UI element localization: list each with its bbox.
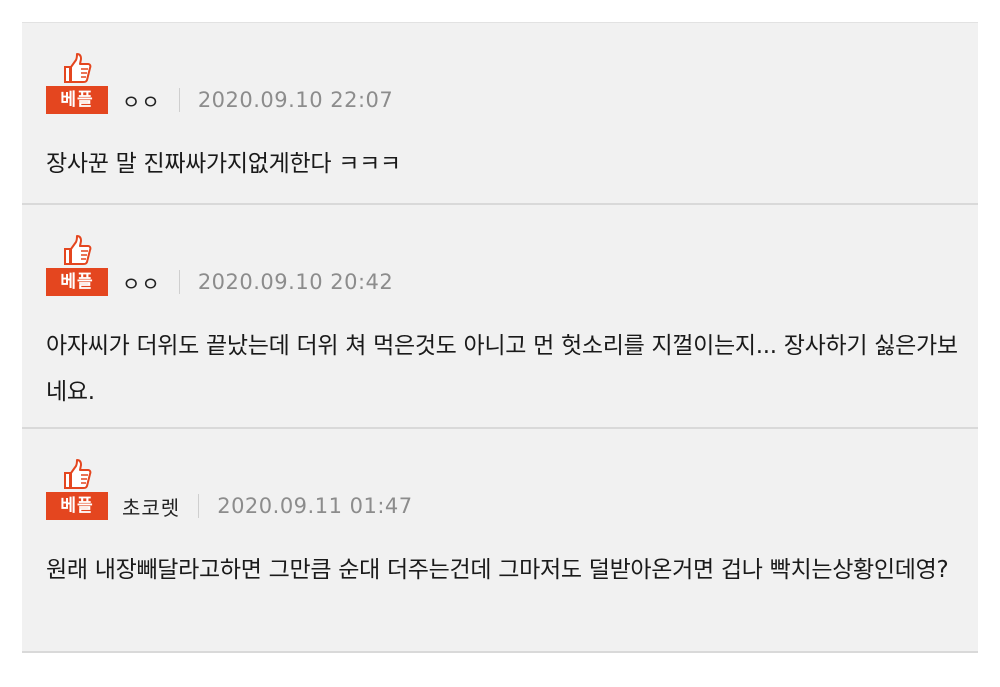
thumbs-up-icon (64, 459, 92, 489)
meta-divider (198, 494, 200, 518)
best-label: 베플 (46, 86, 108, 114)
best-badge: 베플 (46, 52, 108, 114)
comment-item: 베플 ㅇㅇ 2020.09.10 20:42 아자씨가 더위도 끝났는데 더위 … (22, 205, 978, 429)
thumbs-up-icon (64, 235, 92, 265)
comment-date: 2020.09.10 20:42 (197, 270, 394, 294)
comment-date: 2020.09.11 01:47 (217, 494, 413, 518)
comment-meta: ㅇㅇ 2020.09.10 20:42 (122, 267, 393, 297)
author-name[interactable]: 초코렛 (122, 492, 180, 521)
author-name[interactable]: ㅇㅇ (122, 86, 161, 115)
comment-meta: ㅇㅇ 2020.09.10 22:07 (122, 85, 393, 115)
comment-item: 베플 ㅇㅇ 2020.09.10 22:07 장사꾼 말 진짜싸가지없게한다 ㅋ… (22, 23, 978, 205)
meta-divider (178, 270, 180, 294)
comment-text: 장사꾼 말 진짜싸가지없게한다 ㅋㅋㅋ (46, 151, 401, 177)
comment-item: 베플 초코렛 2020.09.11 01:47 원래 내장빼달라고하면 그만큼 … (22, 429, 978, 653)
best-badge: 베플 (46, 234, 108, 296)
comment-text: 원래 내장빼달라고하면 그만큼 순대 더주는건데 그마저도 덜받아온거면 겁나 … (46, 557, 949, 583)
comment-meta: 초코렛 2020.09.11 01:47 (122, 491, 413, 521)
author-name[interactable]: ㅇㅇ (122, 268, 161, 297)
comment-text: 아자씨가 더위도 끝났는데 더위 쳐 먹은것도 아니고 먼 헛소리를 지껄이는지… (46, 333, 958, 405)
best-label: 베플 (46, 268, 108, 296)
best-badge: 베플 (46, 458, 108, 520)
meta-divider (178, 88, 180, 112)
thumbs-up-icon (64, 53, 92, 83)
best-label: 베플 (46, 492, 108, 520)
comment-date: 2020.09.10 22:07 (197, 88, 394, 112)
comment-list: 베플 ㅇㅇ 2020.09.10 22:07 장사꾼 말 진짜싸가지없게한다 ㅋ… (22, 22, 978, 653)
